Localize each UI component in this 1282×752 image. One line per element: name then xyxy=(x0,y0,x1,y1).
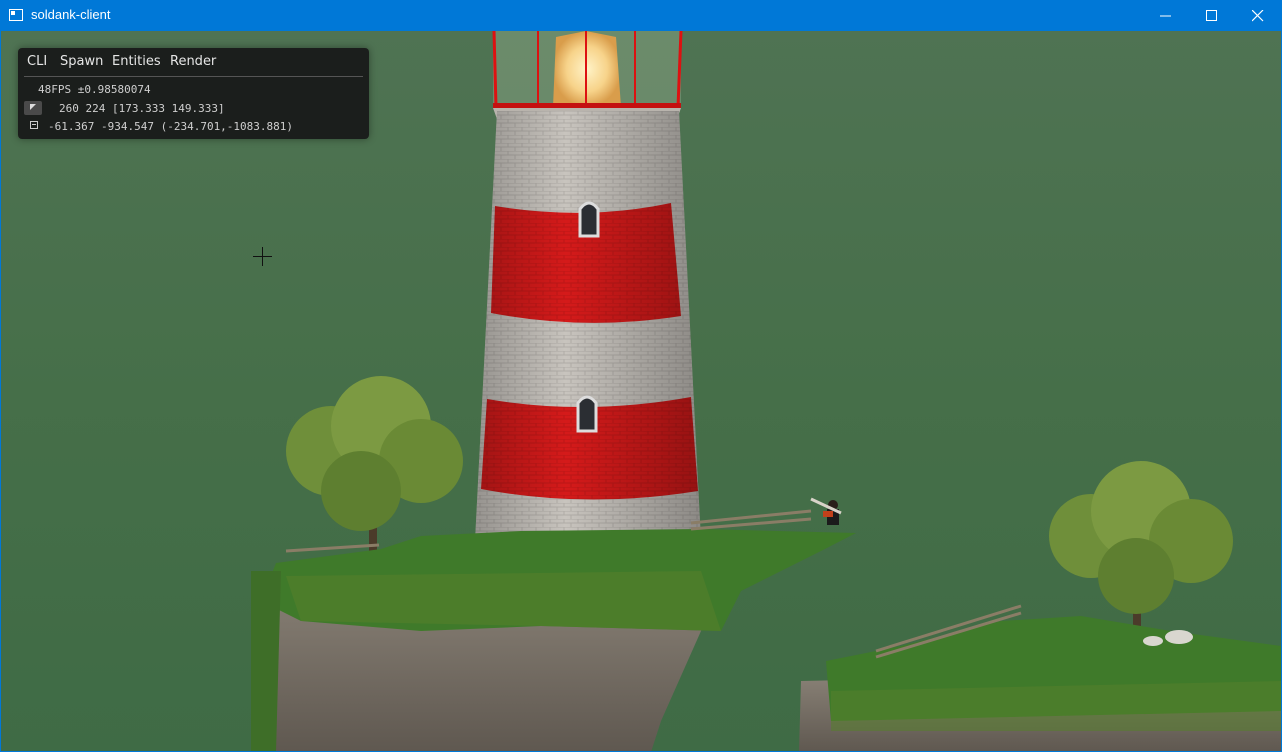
close-button[interactable] xyxy=(1235,1,1281,31)
minimize-button[interactable] xyxy=(1143,1,1189,31)
minimize-icon xyxy=(1160,15,1171,17)
cursor-position-readout: 260 224 [173.333 149.333] xyxy=(59,102,225,115)
cursor-icon xyxy=(24,101,42,115)
crosshair-cursor xyxy=(253,247,272,266)
debug-overlay: CLI Spawn Entities Render 48FPS ±0.98580… xyxy=(18,48,369,139)
debug-menu-bar: CLI Spawn Entities Render xyxy=(18,48,369,76)
world-position-readout: -61.367 -934.547 (-234.701,-1083.881) xyxy=(48,120,294,133)
menu-render[interactable]: Render xyxy=(170,54,216,69)
maximize-icon xyxy=(1206,10,1217,21)
world-icon xyxy=(30,121,38,129)
maximize-button[interactable] xyxy=(1189,1,1235,31)
close-icon xyxy=(1252,10,1264,22)
app-icon xyxy=(9,9,23,21)
menu-entities[interactable]: Entities xyxy=(112,54,161,69)
lighthouse-lantern xyxy=(492,31,683,119)
lighthouse-tower xyxy=(475,111,701,541)
window-title: soldank-client xyxy=(31,7,111,22)
game-viewport[interactable]: CLI Spawn Entities Render 48FPS ±0.98580… xyxy=(1,31,1281,751)
game-scene xyxy=(1,31,1281,751)
menu-cli[interactable]: CLI xyxy=(27,54,47,69)
menu-spawn[interactable]: Spawn xyxy=(60,54,103,69)
menu-divider xyxy=(24,76,363,77)
fps-readout: 48FPS ±0.98580074 xyxy=(38,83,151,96)
title-bar[interactable]: soldank-client xyxy=(1,1,1281,31)
app-window: soldank-client CLI Spawn Entities Render… xyxy=(0,0,1282,752)
